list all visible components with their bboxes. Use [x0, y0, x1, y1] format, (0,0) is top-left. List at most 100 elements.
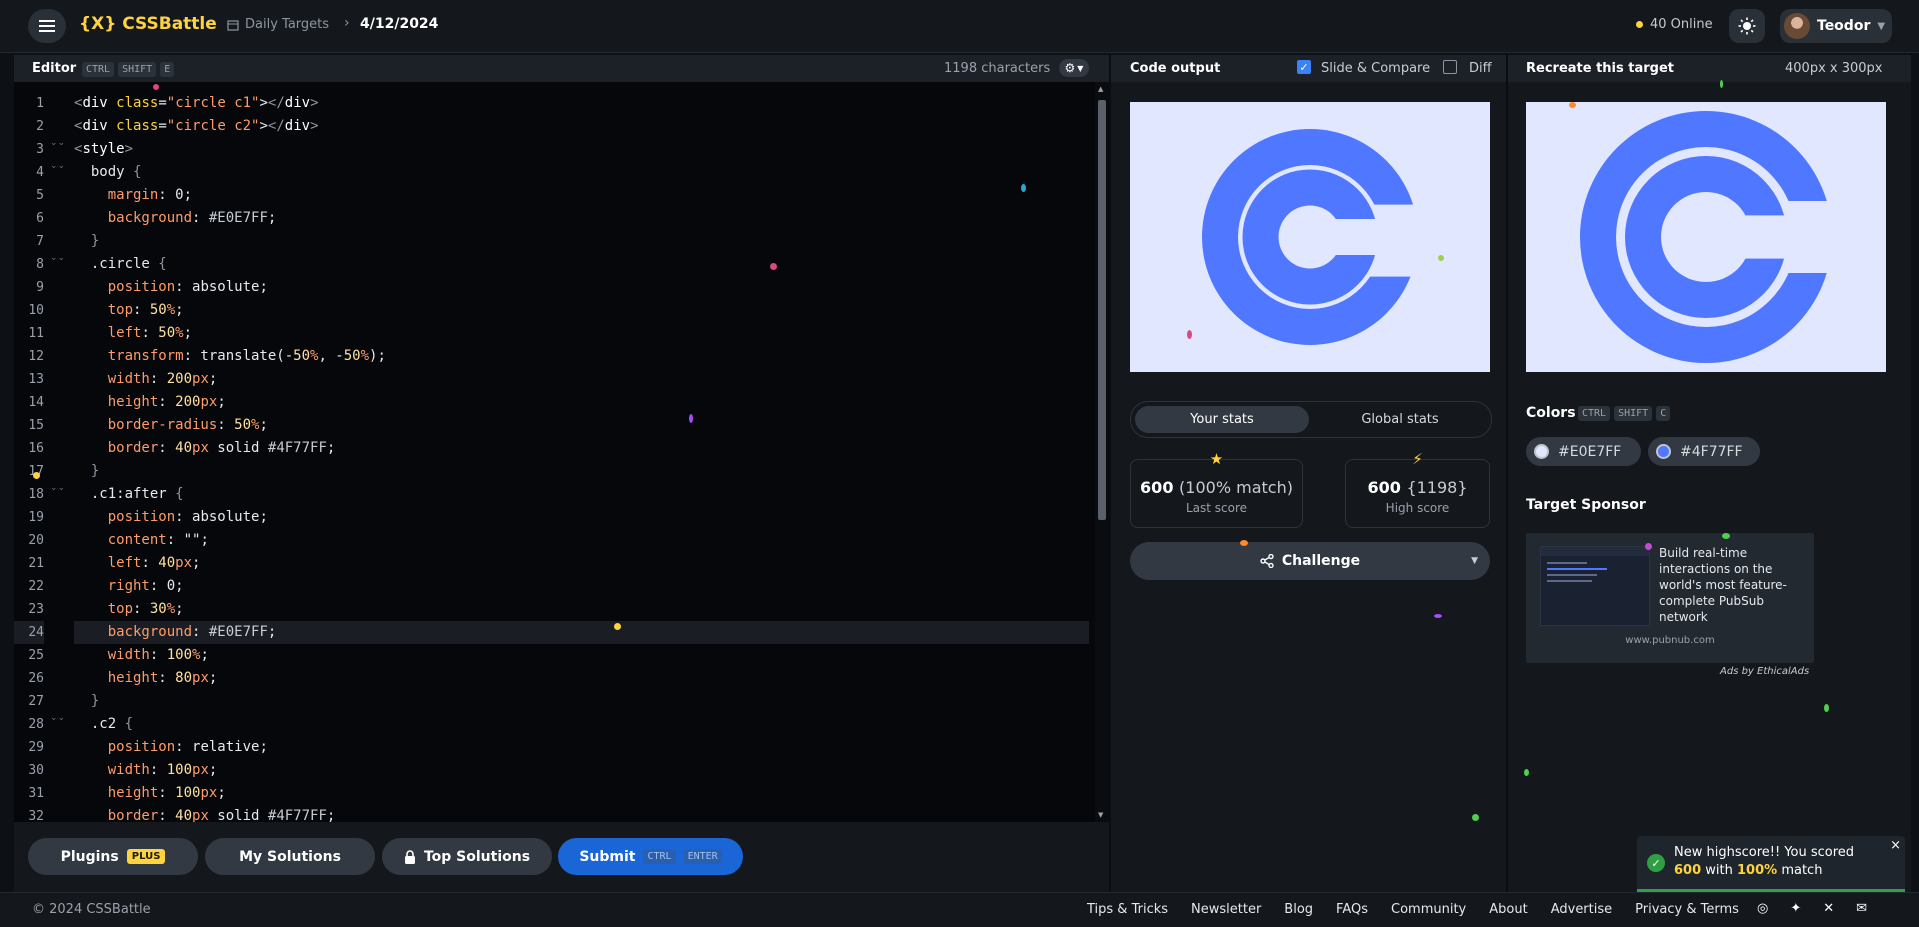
line-number: 3 — [36, 142, 44, 157]
bluesky-icon[interactable]: ✦ — [1790, 901, 1801, 916]
toast-line1: New highscore!! You scored — [1674, 845, 1855, 860]
fold-toggle-icon[interactable]: ⌄⌄ — [50, 138, 65, 148]
code-line[interactable]: width: 200px; — [74, 368, 1089, 391]
code-line[interactable]: height: 80px; — [74, 667, 1089, 690]
close-icon[interactable]: × — [1890, 838, 1901, 853]
fold-toggle-icon[interactable]: ⌄⌄ — [50, 713, 65, 723]
colors-title: Colors — [1526, 405, 1576, 421]
top-solutions-label: Top Solutions — [423, 848, 531, 865]
code-editor[interactable]: 123⌄⌄4⌄⌄5678⌄⌄9101112131415161718⌄⌄19202… — [14, 82, 1109, 822]
tab-global-stats[interactable]: Global stats — [1313, 406, 1487, 433]
fold-toggle-icon[interactable]: ⌄⌄ — [50, 161, 65, 171]
code-line[interactable]: border: 40px solid #4F77FF; — [74, 805, 1089, 822]
code-area[interactable]: <div class="circle c1"></div> <div class=… — [74, 92, 1089, 822]
diff-checkbox[interactable] — [1443, 60, 1457, 74]
code-output-canvas[interactable] — [1130, 102, 1490, 372]
code-line[interactable]: position: absolute; — [74, 506, 1089, 529]
copyright: © 2024 CSSBattle — [32, 902, 151, 917]
editor-settings-button[interactable]: ⚙ ▼ — [1059, 59, 1089, 77]
footer-link[interactable]: Newsletter — [1191, 902, 1261, 917]
scroll-thumb[interactable] — [1098, 100, 1106, 520]
theme-toggle-button[interactable] — [1729, 9, 1765, 43]
footer-link[interactable]: Tips & Tricks — [1087, 902, 1168, 917]
line-number: 22 — [28, 579, 44, 594]
code-line[interactable]: <div class="circle c1"></div> — [74, 92, 1089, 115]
footer-link[interactable]: Community — [1391, 902, 1466, 917]
discord-icon[interactable]: ◎ — [1757, 901, 1768, 916]
chevron-right-icon: › — [344, 15, 350, 31]
breadcrumb-label: Daily Targets — [245, 17, 330, 32]
footer-link[interactable]: Blog — [1284, 902, 1313, 917]
code-line[interactable]: background: #E0E7FF; — [74, 621, 1089, 644]
line-number: 21 — [28, 556, 44, 571]
code-line[interactable]: background: #E0E7FF; — [74, 207, 1089, 230]
line-number: 24 — [14, 621, 44, 644]
code-line[interactable]: } — [74, 230, 1089, 253]
code-line[interactable]: .c1:after { — [74, 483, 1089, 506]
sun-icon — [1738, 17, 1756, 35]
color-chip[interactable]: #4F77FF — [1648, 437, 1760, 466]
scroll-up-icon[interactable]: ▲ — [1098, 85, 1103, 93]
code-line[interactable]: .circle { — [74, 253, 1089, 276]
footer-link[interactable]: FAQs — [1336, 902, 1368, 917]
high-score-card: ⚡ 600 {1198} High score — [1345, 450, 1490, 528]
menu-button[interactable] — [28, 9, 66, 43]
code-line[interactable]: height: 100px; — [74, 782, 1089, 805]
code-line[interactable]: .c2 { — [74, 713, 1089, 736]
code-line[interactable]: width: 100%; — [74, 644, 1089, 667]
brand-logo[interactable]: {X} CSSBattle — [79, 14, 217, 34]
chevron-down-icon[interactable]: ▼ — [1471, 556, 1478, 566]
ad-credit[interactable]: Ads by EthicalAds — [1720, 666, 1809, 677]
target-image[interactable] — [1526, 102, 1886, 372]
shortcut-key: CTRL — [1578, 406, 1611, 421]
code-line[interactable]: } — [74, 690, 1089, 713]
code-line[interactable]: transform: translate(-50%, -50%); — [74, 345, 1089, 368]
user-menu-button[interactable]: Teodor ▼ — [1780, 9, 1892, 43]
code-line[interactable]: margin: 0; — [74, 184, 1089, 207]
code-line[interactable]: <style> — [74, 138, 1089, 161]
output-title: Code output — [1130, 61, 1221, 76]
code-line[interactable]: body { — [74, 161, 1089, 184]
lightning-icon: ⚡ — [1412, 450, 1423, 468]
fold-toggle-icon[interactable]: ⌄⌄ — [50, 483, 65, 493]
submit-button[interactable]: Submit CTRL ENTER — [558, 838, 743, 875]
footer-link[interactable]: Advertise — [1551, 902, 1612, 917]
scroll-down-icon[interactable]: ▼ — [1098, 811, 1103, 819]
code-line[interactable]: position: absolute; — [74, 276, 1089, 299]
code-line[interactable]: right: 0; — [74, 575, 1089, 598]
color-chip[interactable]: #E0E7FF — [1526, 437, 1641, 466]
code-line[interactable]: border: 40px solid #4F77FF; — [74, 437, 1089, 460]
plugins-button[interactable]: Plugins PLUS — [28, 838, 198, 875]
twitter-icon[interactable]: ✕ — [1823, 901, 1834, 916]
code-line[interactable]: left: 50%; — [74, 322, 1089, 345]
challenge-button[interactable]: Challenge ▼ — [1130, 542, 1490, 580]
code-line[interactable]: width: 100px; — [74, 759, 1089, 782]
breadcrumb-daily-targets[interactable]: Daily Targets — [227, 17, 329, 32]
footer-link[interactable]: Privacy & Terms — [1635, 902, 1739, 917]
shortcut-key: SHIFT — [118, 62, 157, 77]
code-line[interactable]: top: 50%; — [74, 299, 1089, 322]
code-line[interactable]: left: 40px; — [74, 552, 1089, 575]
line-number: 17 — [14, 460, 44, 483]
slide-compare-checkbox[interactable]: ✓ — [1297, 60, 1311, 74]
code-line[interactable]: height: 200px; — [74, 391, 1089, 414]
confetti-piece — [1438, 255, 1444, 261]
top-solutions-button[interactable]: Top Solutions — [382, 838, 552, 875]
code-line[interactable]: <div class="circle c2"></div> — [74, 115, 1089, 138]
confetti-piece — [1434, 614, 1442, 618]
my-solutions-button[interactable]: My Solutions — [205, 838, 375, 875]
fold-toggle-icon[interactable]: ⌄⌄ — [50, 253, 65, 263]
code-line[interactable]: content: ""; — [74, 529, 1089, 552]
footer-link[interactable]: About — [1489, 902, 1527, 917]
tab-your-stats[interactable]: Your stats — [1135, 406, 1309, 433]
char-count: 1198 characters — [944, 61, 1051, 76]
editor-scrollbar[interactable]: ▲ ▼ — [1095, 82, 1109, 822]
sponsor-ad[interactable]: Build real-time interactions on the worl… — [1526, 533, 1814, 663]
code-line[interactable]: border-radius: 50%; — [74, 414, 1089, 437]
toast-score: 600 — [1674, 863, 1702, 878]
code-line[interactable]: top: 30%; — [74, 598, 1089, 621]
code-line[interactable]: position: relative; — [74, 736, 1089, 759]
code-line[interactable]: } — [74, 460, 1089, 483]
editor-shortcut: CTRL SHIFT E — [82, 62, 175, 77]
email-icon[interactable]: ✉ — [1856, 901, 1867, 916]
